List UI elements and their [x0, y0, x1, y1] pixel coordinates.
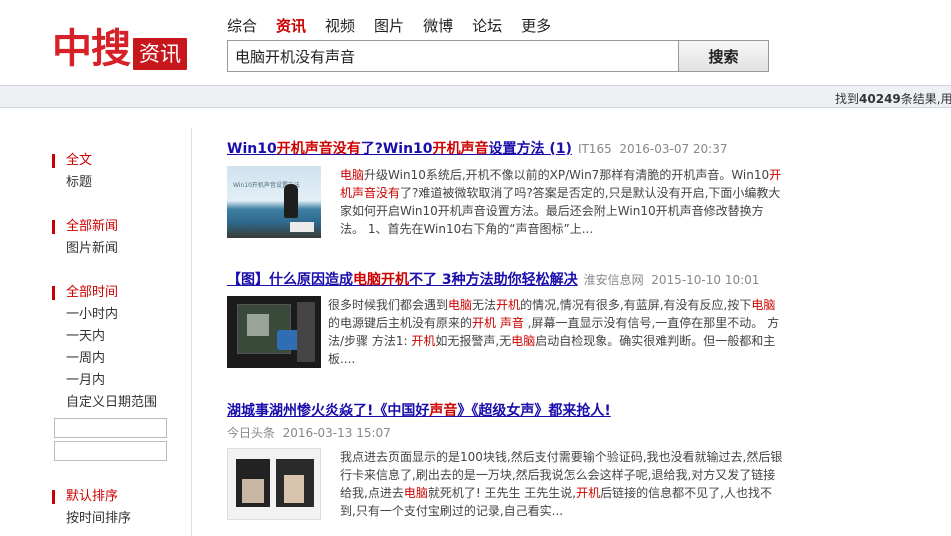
keyword-highlight: 声音	[429, 403, 458, 419]
nav-item-news[interactable]: 资讯	[276, 16, 306, 36]
logo-text: 中搜	[52, 26, 131, 72]
text-segment: 很多时候我们都会遇到	[328, 298, 449, 312]
result-title-row: Win10开机声音没有了?Win10开机声音设置方法 (1) IT165 2016…	[227, 138, 787, 158]
result-title-row: 湖城事湖州惨火炎焱了!《中国好声音》《超级女声》都来抢人!	[227, 400, 787, 420]
nav-item-weibo[interactable]: 微博	[423, 16, 453, 36]
filter-time-week[interactable]: 一周内	[52, 348, 191, 370]
keyword-highlight: 开机	[496, 298, 521, 312]
filter-group-time: 全部时间 一小时内 一天内 一周内 一月内 自定义日期范围	[52, 282, 191, 461]
text-segment: 的情况,情况有很多,有蓝屏,有没有反应,按下	[520, 298, 752, 312]
thumbnail-figure-shape	[242, 479, 264, 503]
filter-time-all[interactable]: 全部时间	[52, 282, 191, 304]
filter-scope-title[interactable]: 标题	[52, 172, 191, 194]
keyword-highlight: 电脑	[448, 298, 473, 312]
keyword-highlight: 开机声音	[432, 141, 489, 157]
result-count: 找到40249条结果,用时	[835, 92, 951, 106]
text-segment: 设置方法 (1)	[488, 141, 572, 157]
keyword-highlight: 电脑	[751, 298, 776, 312]
text-segment: Win10	[227, 141, 277, 157]
text-segment: 了?Win10	[360, 141, 433, 157]
text-segment: 就死机了! 王先生 王先生说,	[427, 486, 577, 500]
thumbnail-slot-shape	[297, 302, 315, 362]
result-thumbnail[interactable]	[227, 296, 321, 368]
channel-nav: 综合 资讯 视频 图片 微博 论坛 更多	[227, 16, 570, 36]
text-segment: 不了 3种方法助你轻松解决	[409, 272, 578, 288]
keyword-highlight: 电脑	[511, 334, 536, 348]
result-title-link[interactable]: 【图】什么原因造成电脑开机不了 3种方法助你轻松解决	[227, 272, 578, 288]
text-segment: 【图】什么原因造成	[227, 272, 353, 288]
search-input[interactable]	[227, 40, 678, 72]
text-segment: 升级Win10系统后,开机不像以前的XP/Win7那样有清脆的开机声音。Win1…	[364, 168, 770, 182]
keyword-highlight: 开机	[576, 486, 601, 500]
text-segment: 》《超级女声》都来抢人!	[457, 403, 611, 419]
filter-time-hour[interactable]: 一小时内	[52, 304, 191, 326]
keyword-highlight: 电脑开机	[353, 272, 409, 288]
result-body: 我点进去页面显示的是100块钱,然后支付需要输个验证码,我也没看就输过去,然后银…	[227, 448, 787, 520]
date-from-input[interactable]	[54, 418, 167, 438]
text-segment: 湖城事湖州惨火炎焱了!《中国好	[227, 403, 430, 419]
result-count-number: 40249	[859, 92, 901, 106]
filter-type-image-news[interactable]: 图片新闻	[52, 238, 191, 260]
filter-group-sort: 默认排序 按时间排序	[52, 486, 191, 530]
sort-default[interactable]: 默认排序	[52, 486, 191, 508]
result-source: 今日头条 2016-03-13 15:07	[227, 426, 391, 440]
filter-time-month[interactable]: 一月内	[52, 370, 191, 392]
keyword-highlight: 电脑	[403, 486, 428, 500]
filter-sidebar: 全文 标题 全部新闻 图片新闻 全部时间 一小时内 一天内 一周内 一月内 自定…	[52, 128, 192, 536]
result-snippet: 很多时候我们都会遇到电脑无法开机的情况,情况有很多,有蓝屏,有没有反应,按下电脑…	[328, 296, 787, 368]
text-segment: 如无报警声,无	[435, 334, 512, 348]
search-result: 【图】什么原因造成电脑开机不了 3种方法助你轻松解决 淮安信息网 2015-10-…	[227, 269, 787, 368]
keyword-highlight: 电脑	[340, 168, 365, 182]
result-title-row: 【图】什么原因造成电脑开机不了 3种方法助你轻松解决 淮安信息网 2015-10-…	[227, 269, 787, 289]
result-source: IT165 2016-03-07 20:37	[577, 142, 728, 156]
nav-item-comprehensive[interactable]: 综合	[227, 16, 257, 36]
filter-group-type: 全部新闻 图片新闻	[52, 216, 191, 260]
search-result: 湖城事湖州惨火炎焱了!《中国好声音》《超级女声》都来抢人! 今日头条 2016-…	[227, 400, 787, 520]
filter-time-day[interactable]: 一天内	[52, 326, 191, 348]
thumbnail-figure-shape	[284, 475, 304, 503]
nav-item-images[interactable]: 图片	[374, 16, 404, 36]
text-segment: 的电源键后主机没有原来的	[328, 316, 473, 330]
nav-item-forum[interactable]: 论坛	[472, 16, 502, 36]
thumbnail-person-shape	[284, 184, 298, 218]
logo[interactable]: 中搜 资讯	[52, 24, 187, 74]
result-thumbnail[interactable]: Win10开机声音设置方法	[227, 166, 321, 238]
result-snippet: 我点进去页面显示的是100块钱,然后支付需要输个验证码,我也没看就输过去,然后银…	[340, 448, 787, 520]
result-body: Win10开机声音设置方法 电脑升级Win10系统后,开机不像以前的XP/Win…	[227, 166, 787, 238]
thumbnail-logo-shape	[290, 222, 314, 232]
sort-by-time[interactable]: 按时间排序	[52, 508, 191, 530]
filter-group-scope: 全文 标题	[52, 150, 191, 194]
filter-time-custom[interactable]: 自定义日期范围	[52, 392, 191, 414]
search-button[interactable]: 搜索	[678, 40, 769, 72]
filter-scope-fulltext[interactable]: 全文	[52, 150, 191, 172]
keyword-highlight: 开机	[411, 334, 436, 348]
search-result: Win10开机声音没有了?Win10开机声音设置方法 (1) IT165 2016…	[227, 138, 787, 238]
result-snippet: 电脑升级Win10系统后,开机不像以前的XP/Win7那样有清脆的开机声音。Wi…	[340, 166, 787, 238]
keyword-highlight: 开机 声音	[472, 316, 524, 330]
logo-badge: 资讯	[133, 38, 187, 70]
result-source: 淮安信息网 2015-10-10 10:01	[583, 273, 760, 287]
date-to-input[interactable]	[54, 441, 167, 461]
keyword-highlight: 开机声音没有	[276, 141, 361, 157]
result-title-link[interactable]: 湖城事湖州惨火炎焱了!《中国好声音》《超级女声》都来抢人!	[227, 403, 611, 419]
nav-item-video[interactable]: 视频	[325, 16, 355, 36]
result-body: 很多时候我们都会遇到电脑无法开机的情况,情况有很多,有蓝屏,有没有反应,按下电脑…	[227, 296, 787, 368]
text-segment: 了?难道被微软取消了吗?答案是否定的,只是默认没有开启,下面小编教大家如何开启W…	[340, 186, 781, 236]
result-info-bar: 找到40249条结果,用时	[0, 85, 951, 108]
text-segment: 无法	[472, 298, 497, 312]
result-title-link[interactable]: Win10开机声音没有了?Win10开机声音设置方法 (1)	[227, 141, 572, 157]
filter-type-all[interactable]: 全部新闻	[52, 216, 191, 238]
result-thumbnail[interactable]	[227, 448, 321, 520]
thumbnail-chip-shape	[247, 314, 269, 336]
nav-item-more[interactable]: 更多	[521, 16, 551, 36]
